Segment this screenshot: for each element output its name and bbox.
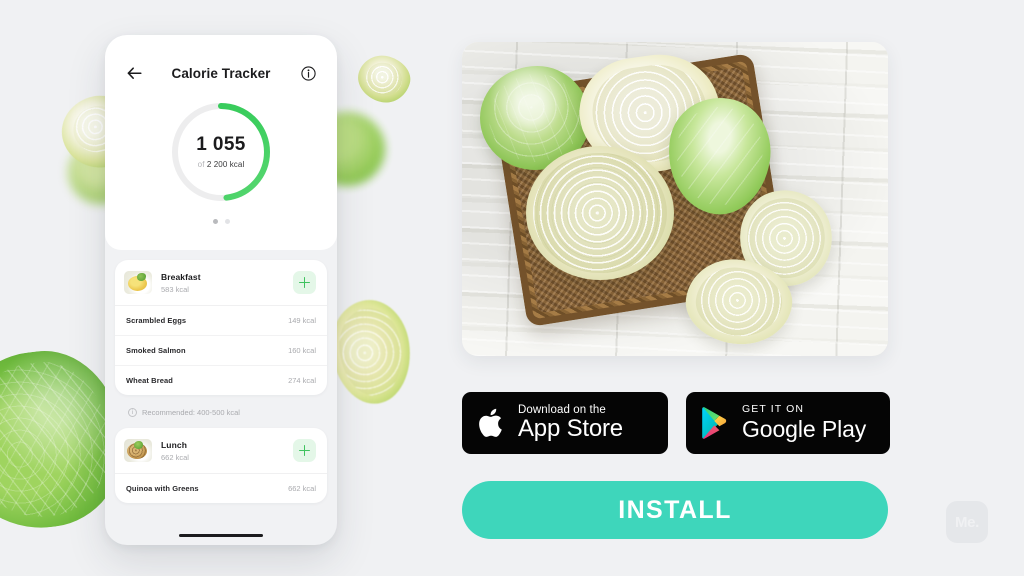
badge-text: Download on the App Store — [518, 404, 623, 443]
decorative-cabbage-half-right — [325, 295, 417, 409]
back-button[interactable] — [123, 62, 145, 84]
scrambled-eggs-thumb — [124, 271, 152, 294]
badge-text: GET IT ON Google Play — [742, 404, 866, 441]
food-kcal: 160 kcal — [288, 346, 316, 355]
food-kcal: 662 kcal — [288, 484, 316, 493]
food-kcal: 274 kcal — [288, 376, 316, 385]
phone-mockup: Calorie Tracker 1 055 of 2 200 kcal Brea… — [105, 35, 337, 545]
meal-card-breakfast: Breakfast 583 kcal Scrambled Eggs 149 kc… — [115, 260, 327, 395]
add-food-button-breakfast[interactable] — [293, 271, 316, 294]
store-badges: Download on the App Store GET IT ON Goog… — [462, 392, 890, 454]
badge-big-text: Google Play — [742, 415, 867, 442]
promo-banner: Calorie Tracker 1 055 of 2 200 kcal Brea… — [0, 0, 1024, 576]
goal-value: 2 200 kcal — [206, 160, 245, 169]
meal-list: Breakfast 583 kcal Scrambled Eggs 149 kc… — [105, 250, 337, 503]
quinoa-bowl-thumb — [124, 439, 152, 462]
meal-info: Lunch 662 kcal — [161, 440, 284, 462]
food-name: Smoked Salmon — [126, 346, 186, 355]
badge-small-text: GET IT ON — [742, 403, 805, 416]
meal-header[interactable]: Breakfast 583 kcal — [115, 260, 327, 306]
meal-name: Lunch — [161, 439, 187, 450]
recommended-text: Recommended: 400-500 kcal — [142, 408, 240, 417]
food-kcal: 149 kcal — [288, 316, 316, 325]
home-indicator-bar — [179, 533, 263, 537]
pager-dot-1[interactable] — [212, 219, 218, 224]
food-name: Quinoa with Greens — [126, 484, 199, 493]
info-circle-icon: i — [128, 408, 137, 417]
meal-name: Breakfast — [161, 271, 201, 282]
decorative-sprout-half-top — [352, 49, 416, 109]
pager-dot-2[interactable] — [224, 219, 230, 224]
pager-dots[interactable] — [119, 219, 323, 224]
meal-card-lunch: Lunch 662 kcal Quinoa with Greens 662 kc… — [115, 428, 327, 503]
add-food-button-lunch[interactable] — [293, 439, 316, 462]
food-row[interactable]: Wheat Bread 274 kcal — [115, 366, 327, 395]
app-header: Calorie Tracker — [119, 61, 323, 85]
brand-watermark: Me. — [946, 501, 988, 543]
install-button[interactable]: INSTALL — [462, 481, 888, 539]
google-play-triangle-icon — [702, 407, 727, 439]
summary-card: Calorie Tracker 1 055 of 2 200 kcal — [105, 35, 337, 250]
app-store-badge[interactable]: Download on the App Store — [462, 392, 668, 454]
cabbage-half-center — [526, 146, 674, 280]
food-row[interactable]: Quinoa with Greens 662 kcal — [115, 474, 327, 503]
meal-kcal: 583 kcal — [161, 284, 189, 294]
meal-header[interactable]: Lunch 662 kcal — [115, 428, 327, 474]
google-play-badge[interactable]: GET IT ON Google Play — [686, 392, 890, 454]
food-name: Scrambled Eggs — [126, 316, 187, 325]
page-title: Calorie Tracker — [171, 65, 271, 81]
meal-kcal: 662 kcal — [161, 452, 189, 462]
apple-logo-icon — [479, 408, 502, 437]
food-name: Wheat Bread — [126, 376, 173, 385]
calorie-goal-line: of 2 200 kcal — [198, 160, 245, 169]
goal-prefix: of — [197, 160, 205, 169]
food-row[interactable]: Smoked Salmon 160 kcal — [115, 336, 327, 366]
ring-center-readout: 1 055 of 2 200 kcal — [168, 99, 274, 205]
hero-food-photo — [462, 42, 888, 356]
recommended-note: i Recommended: 400-500 kcal — [115, 395, 327, 428]
meal-info: Breakfast 583 kcal — [161, 272, 284, 294]
info-button[interactable] — [297, 62, 319, 84]
badge-big-text: App Store — [518, 415, 623, 443]
calories-consumed: 1 055 — [196, 134, 246, 155]
calorie-progress-ring: 1 055 of 2 200 kcal — [168, 99, 274, 205]
food-row[interactable]: Scrambled Eggs 149 kcal — [115, 306, 327, 336]
